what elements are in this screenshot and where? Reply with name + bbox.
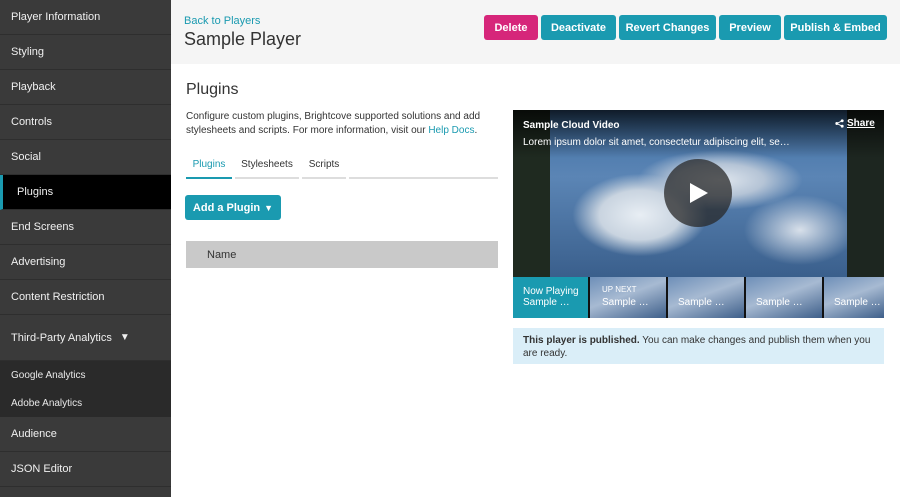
page-header: Back to Players Sample Player Delete Dea… <box>171 0 900 64</box>
share-icon <box>835 119 844 128</box>
back-to-players-link[interactable]: Back to Players <box>184 15 260 27</box>
sidebar-item-social[interactable]: Social <box>0 140 171 175</box>
sidebar-item-label: Third-Party Analytics <box>11 331 112 344</box>
sidebar-item-label: Player Information <box>11 11 101 23</box>
playlist-item-up-next[interactable]: UP NEXT Sample … <box>590 277 666 318</box>
sidebar-item-label: Audience <box>11 428 57 440</box>
playlist-strip: Now Playing Sample … UP NEXT Sample … Sa… <box>513 277 884 318</box>
playlist-item[interactable]: Sample … <box>824 277 884 318</box>
sidebar-item-audience[interactable]: Audience <box>0 417 171 452</box>
playlist-item-title: Sample … <box>523 297 570 308</box>
section-title: Plugins <box>186 81 239 98</box>
add-plugin-label: Add a Plugin <box>192 201 261 214</box>
sidebar-item-label: Social <box>11 151 41 163</box>
video-player-preview[interactable]: Sample Cloud Video Lorem ipsum dolor sit… <box>513 110 884 318</box>
now-playing-label: Now Playing <box>523 286 579 297</box>
sidebar-item-label: JSON Editor <box>11 463 73 475</box>
sidebar-item-content-restriction[interactable]: Content Restriction <box>0 280 171 315</box>
sidebar-item-end-screens[interactable]: End Screens <box>0 210 171 245</box>
share-button[interactable]: Share <box>835 118 875 129</box>
sidebar-subitem-adobe-analytics[interactable]: Adobe Analytics <box>0 389 171 417</box>
play-icon <box>690 183 708 203</box>
plugin-tabs: Plugins Stylesheets Scripts <box>186 155 498 179</box>
sidebar-item-label: Advertising <box>11 256 66 268</box>
play-button[interactable] <box>664 159 732 227</box>
plugins-table-header: Name <box>186 241 498 268</box>
sidebar-item-plugins[interactable]: Plugins <box>0 175 171 210</box>
column-header-name: Name <box>207 248 237 261</box>
add-plugin-button[interactable]: Add a Plugin ▼ <box>185 195 281 220</box>
video-description: Lorem ipsum dolor sit amet, consectetur … <box>523 137 790 148</box>
page-title: Sample Player <box>184 29 302 49</box>
delete-button[interactable]: Delete <box>484 15 538 40</box>
revert-changes-button[interactable]: Revert Changes <box>619 15 716 40</box>
sidebar-item-label: Styling <box>11 46 45 58</box>
sidebar-item-label: End Screens <box>11 221 74 233</box>
sidebar-item-controls[interactable]: Controls <box>0 105 171 140</box>
sidebar-item-label: Content Restriction <box>11 291 105 303</box>
preview-button[interactable]: Preview <box>719 15 781 40</box>
share-label: Share <box>847 118 875 129</box>
caret-down-icon: ▼ <box>264 202 274 213</box>
playlist-item-title: Sample … <box>756 297 803 308</box>
help-docs-link[interactable]: Help Docs <box>428 125 474 136</box>
playlist-item-title: Sample … <box>834 297 881 308</box>
up-next-label: UP NEXT <box>602 285 637 294</box>
deactivate-button[interactable]: Deactivate <box>541 15 616 40</box>
notice-bold-text: This player is published. <box>523 335 640 346</box>
sidebar-item-label: Plugins <box>17 186 54 198</box>
sidebar-subitem-label: Google Analytics <box>11 369 86 381</box>
caret-down-icon: ▼ <box>119 332 130 343</box>
sidebar-item-label: Playback <box>11 81 56 93</box>
sidebar-item-third-party-analytics[interactable]: Third-Party Analytics ▼ <box>0 315 171 361</box>
publish-embed-button[interactable]: Publish & Embed <box>784 15 887 40</box>
sidebar-item-advertising[interactable]: Advertising <box>0 245 171 280</box>
video-title: Sample Cloud Video <box>523 120 620 131</box>
description-end: . <box>474 125 478 136</box>
playlist-item-now-playing[interactable]: Now Playing Sample … <box>513 277 588 318</box>
section-description: Configure custom plugins, Brightcove sup… <box>186 110 501 138</box>
playlist-item[interactable]: Sample … <box>746 277 822 318</box>
sidebar-item-json-editor[interactable]: JSON Editor <box>0 452 171 487</box>
published-notice: This player is published. You can make c… <box>513 328 884 364</box>
tab-scripts[interactable]: Scripts <box>302 155 346 179</box>
tab-plugins[interactable]: Plugins <box>186 155 232 179</box>
sidebar: Player Information Styling Playback Cont… <box>0 0 171 497</box>
sidebar-item-styling[interactable]: Styling <box>0 35 171 70</box>
sidebar-subitem-google-analytics[interactable]: Google Analytics <box>0 361 171 389</box>
sidebar-subitem-label: Adobe Analytics <box>11 397 83 409</box>
sidebar-item-label: Controls <box>11 116 52 128</box>
video-title-overlay <box>513 110 884 158</box>
tab-bar-filler <box>349 155 498 179</box>
sidebar-item-player-information[interactable]: Player Information <box>0 0 171 35</box>
sidebar-item-playback[interactable]: Playback <box>0 70 171 105</box>
tab-stylesheets[interactable]: Stylesheets <box>235 155 299 179</box>
playlist-item-title: Sample … <box>678 297 725 308</box>
playlist-item[interactable]: Sample … <box>668 277 744 318</box>
playlist-item-title: Sample … <box>602 297 649 308</box>
